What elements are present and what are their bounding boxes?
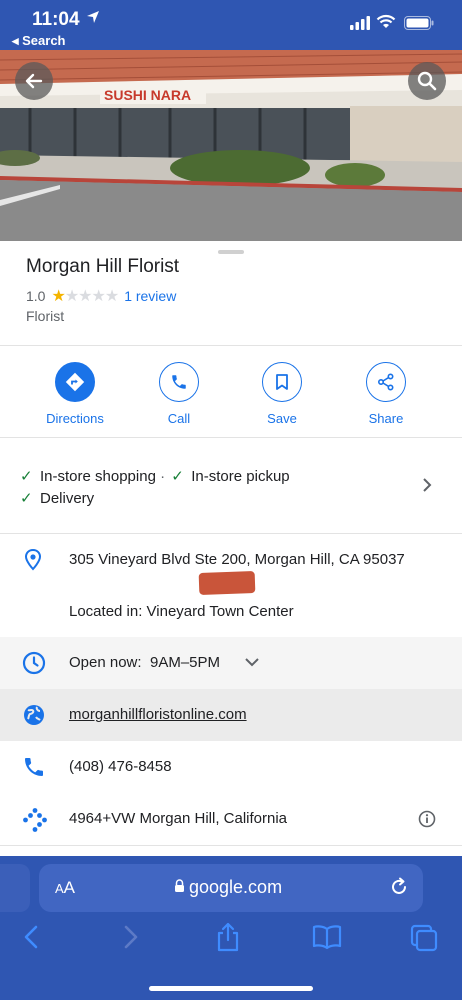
directions-label: Directions (46, 411, 104, 426)
arrow-left-icon (25, 73, 43, 89)
back-to-search-link[interactable]: ◂ Search (12, 33, 66, 49)
save-button[interactable]: Save (237, 362, 327, 426)
previous-tab-preview[interactable] (0, 864, 30, 912)
tabs-icon[interactable] (410, 924, 438, 957)
check-icon: ✓ (20, 490, 33, 507)
website-link[interactable]: morganhillfloristonline.com (69, 706, 247, 723)
bookmarks-icon[interactable] (312, 924, 342, 955)
redaction-mark (198, 571, 256, 595)
back-button[interactable] (15, 62, 53, 100)
share-button[interactable]: Share (341, 362, 431, 426)
check-icon: ✓ (171, 468, 184, 485)
location-pin-icon (22, 548, 44, 577)
rating-value: 1.0 (26, 288, 46, 304)
reader-options-button[interactable]: AA (55, 878, 75, 898)
photo-sign-text: SUSHI NARA (104, 87, 191, 103)
call-button[interactable]: Call (134, 362, 224, 426)
clock: 11:04 (32, 9, 80, 30)
url-text: google.com (189, 877, 283, 897)
service-separator: · (160, 468, 166, 485)
share-label: Share (368, 411, 404, 426)
plus-code-icon (22, 807, 48, 838)
bookmark-icon (262, 362, 302, 402)
phone-icon (159, 362, 199, 402)
search-button[interactable] (408, 62, 446, 100)
call-label: Call (167, 411, 191, 426)
service-in-store-pickup: In-store pickup (191, 468, 290, 485)
service-delivery: Delivery (40, 490, 95, 507)
reviews-link[interactable]: 1 review (124, 288, 176, 304)
share-icon[interactable] (215, 922, 241, 957)
share-icon (366, 362, 406, 402)
check-icon: ✓ (20, 468, 33, 485)
hours-value: 9AM–5PM (150, 654, 221, 671)
signal-icon (350, 16, 370, 35)
place-category: Florist (26, 308, 65, 324)
directions-icon (55, 362, 95, 402)
phone-icon (22, 755, 46, 784)
phone-number: (408) 476-8458 (69, 758, 172, 775)
reload-icon[interactable] (389, 877, 409, 902)
forward-arrow-icon[interactable] (122, 924, 140, 955)
info-icon[interactable] (418, 810, 436, 833)
battery-icon (404, 16, 434, 35)
search-icon (417, 71, 437, 91)
service-in-store-shopping: In-store shopping (40, 468, 156, 485)
place-title: Morgan Hill Florist (26, 256, 180, 277)
sheet-drag-handle[interactable] (218, 250, 244, 254)
back-arrow-icon[interactable] (22, 924, 40, 955)
located-in-text: Located in: Vineyard Town Center (69, 603, 294, 620)
divider (0, 345, 462, 346)
plus-code-row[interactable]: 4964+VW Morgan Hill, California (0, 793, 462, 845)
location-arrow-icon (86, 10, 100, 29)
home-indicator[interactable] (149, 986, 313, 991)
service-options[interactable]: ✓ In-store shopping · ✓ In-store pickup ✓ D… (20, 466, 290, 510)
clock-icon (22, 651, 46, 680)
chevron-right-icon[interactable] (420, 476, 434, 499)
status-bar: 11:04 ◂ Search (0, 0, 462, 50)
rating-row: 1.0 ★★★★★ 1 review (26, 286, 176, 306)
wifi-icon (376, 14, 396, 35)
lock-icon (174, 879, 185, 898)
safari-toolbar: AA google.com (0, 856, 462, 1000)
address-text: 305 Vineyard Blvd Ste 200, Morgan Hill, … (69, 551, 405, 568)
hours-status: Open now: (69, 654, 142, 671)
star-rating-icon: ★★★★★ (51, 288, 119, 305)
divider (0, 845, 462, 846)
chevron-down-icon[interactable] (244, 655, 260, 673)
globe-icon (22, 703, 46, 732)
divider (0, 437, 462, 438)
phone-row[interactable]: (408) 476-8458 (0, 741, 462, 793)
hours-row[interactable]: Open now: 9AM–5PM (0, 637, 462, 689)
save-label: Save (267, 411, 297, 426)
website-row[interactable]: morganhillfloristonline.com (0, 689, 462, 741)
directions-button[interactable]: Directions (30, 362, 120, 426)
place-photo[interactable]: SUSHI NARA (0, 50, 462, 241)
address-bar[interactable]: AA google.com (39, 864, 423, 912)
plus-code-text: 4964+VW Morgan Hill, California (69, 810, 288, 827)
